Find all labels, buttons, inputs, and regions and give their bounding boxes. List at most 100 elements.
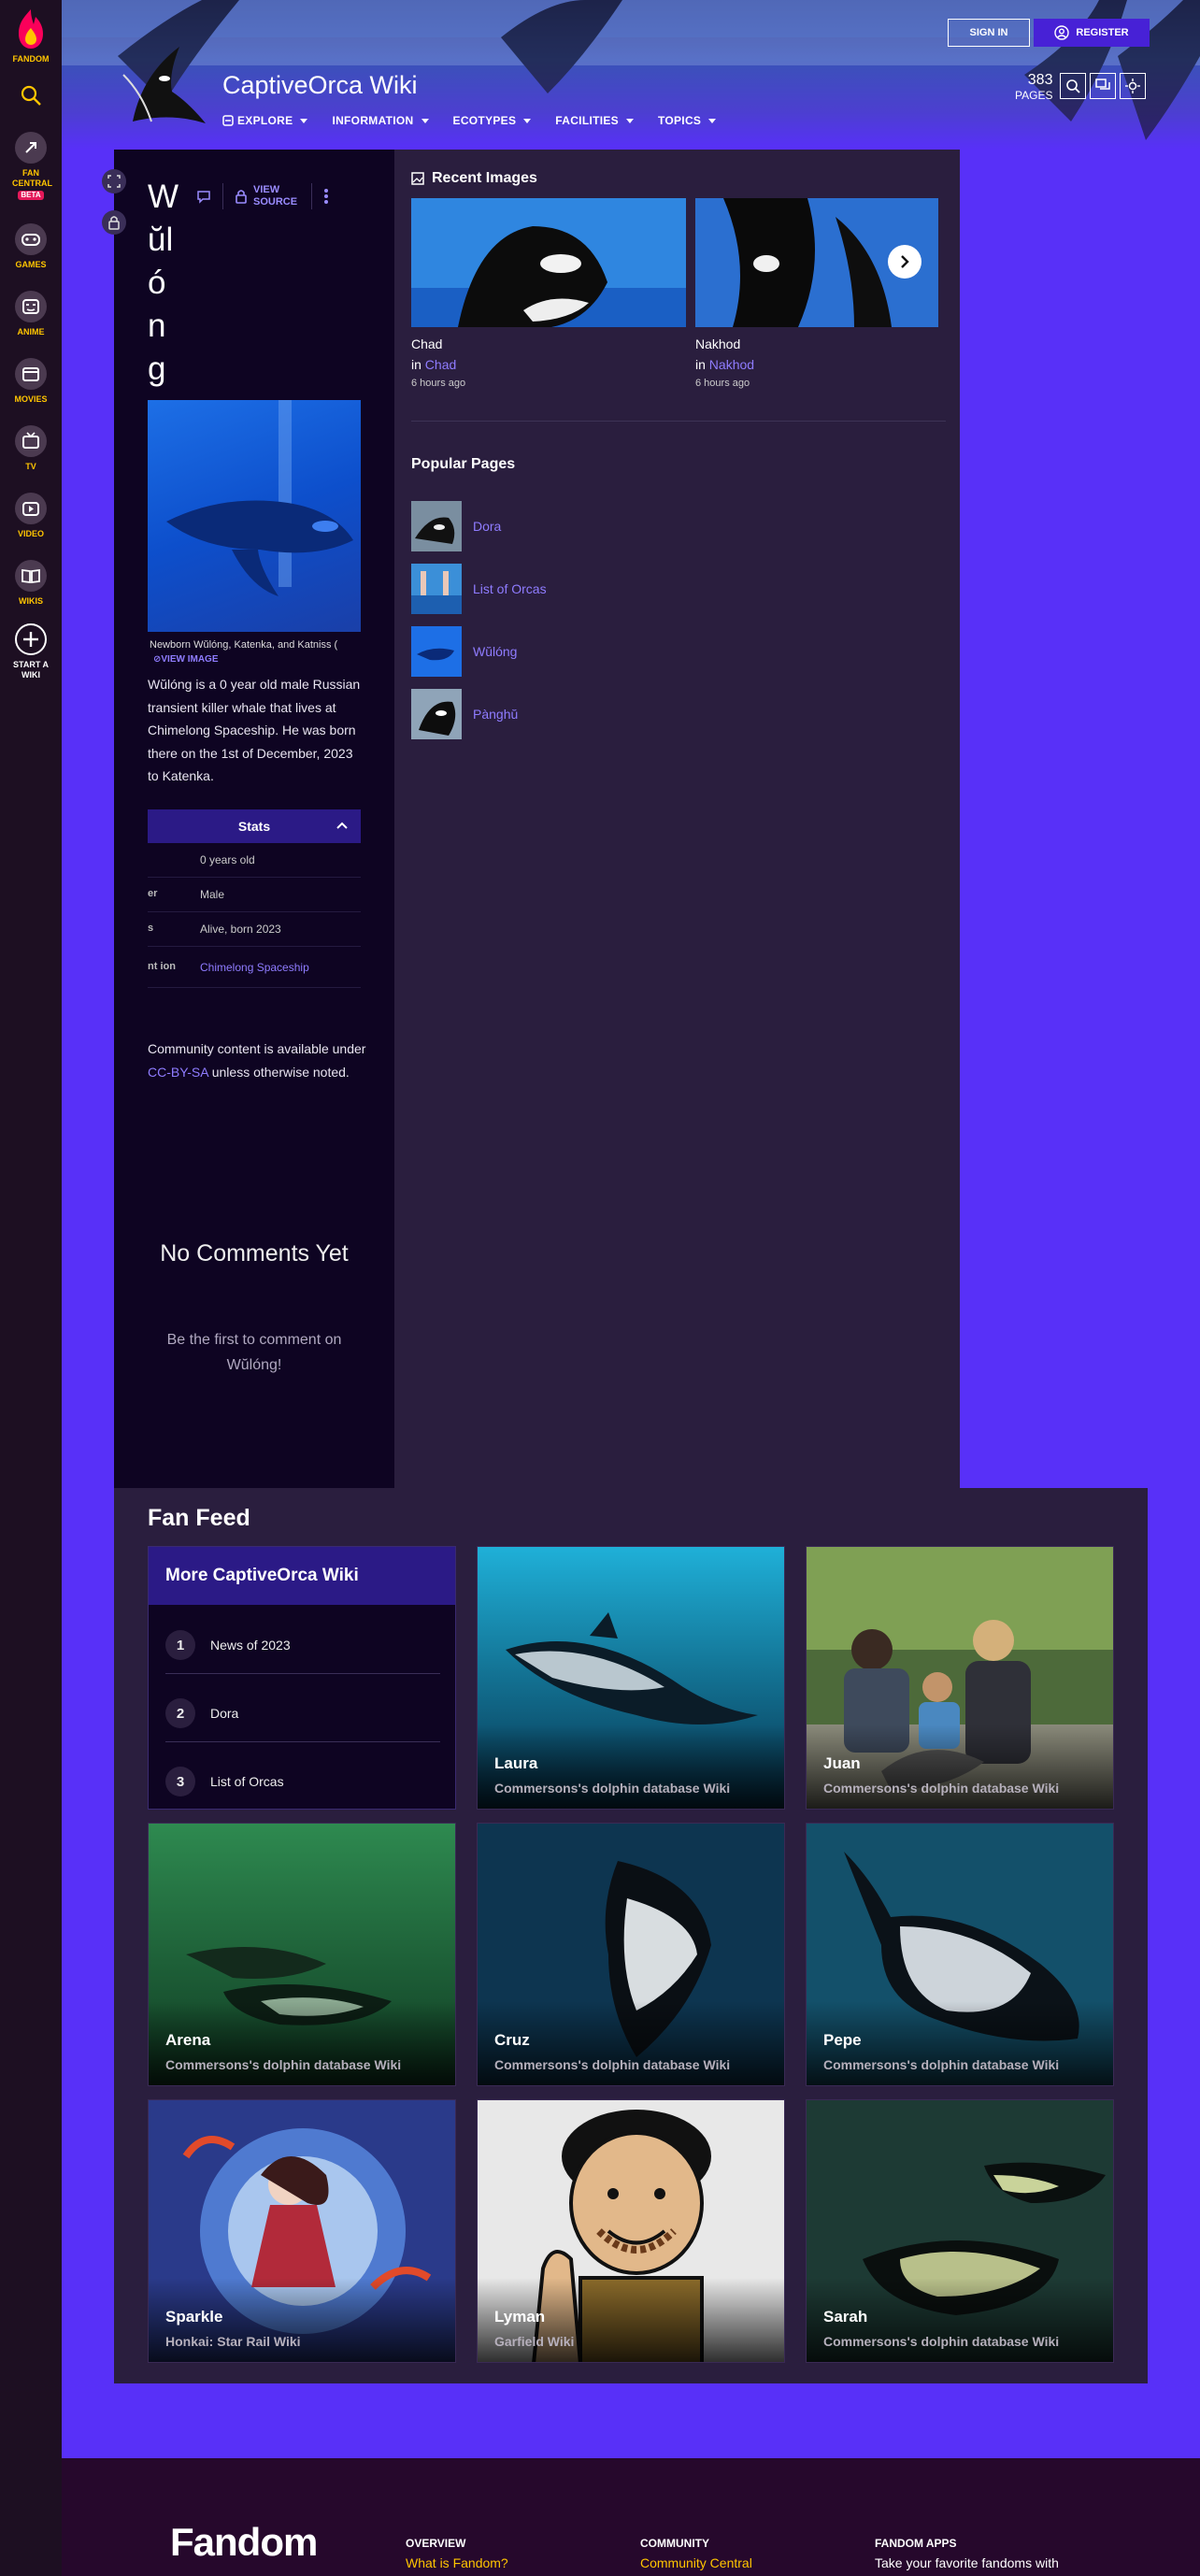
recent-image-card[interactable]: Chad in Chad 6 hours ago (411, 198, 686, 389)
fan-feed: Fan Feed More CaptiveOrca Wiki 1 News of … (114, 1488, 1148, 2383)
stats-toggle[interactable]: Stats (148, 809, 361, 843)
global-nav-rail: FANDOM FAN CENTRAL BETA GAMES ANIME MOVI… (0, 0, 62, 2576)
fan-feed-card[interactable]: Pepe Commersons's dolphin database Wiki (806, 1823, 1114, 2086)
nav-information[interactable]: INFORMATION (332, 114, 429, 127)
popular-page-link[interactable]: Wŭlóng (473, 644, 517, 659)
card-title: Sparkle (165, 2308, 223, 2326)
sign-in-button[interactable]: SIGN IN (948, 19, 1030, 47)
card-source: Commersons's dolphin database Wiki (494, 1781, 731, 1796)
page-title: W ŭl ó n g (148, 176, 185, 391)
orca-photo (166, 400, 353, 596)
more-wiki-item[interactable]: 1 News of 2023 (165, 1620, 440, 1670)
beta-badge: BETA (18, 190, 44, 200)
chevron-down-icon (523, 118, 532, 123)
fan-feed-card[interactable]: Juan Commersons's dolphin database Wiki (806, 1546, 1114, 1810)
stats-value: Alive, born 2023 (200, 923, 281, 936)
fan-feed-card[interactable]: Sarah Commersons's dolphin database Wiki (806, 2099, 1114, 2363)
rail-label-fan-central: FAN CENTRAL (12, 168, 52, 189)
popular-page-item[interactable]: Wŭlóng (411, 626, 785, 677)
wiki-logo-orca[interactable] (114, 37, 211, 135)
view-image-link[interactable]: ⊘VIEW IMAGE (153, 654, 219, 665)
popular-page-link[interactable]: Dora (473, 519, 501, 534)
register-button[interactable]: REGISTER (1034, 19, 1150, 47)
stats-key: nt ion (148, 960, 176, 972)
stats-row: s Alive, born 2023 (148, 912, 361, 947)
rail-item-start-wiki[interactable]: START A WIKI (0, 623, 62, 681)
fan-feed-card[interactable]: Lyman Garfield Wiki (477, 2099, 785, 2363)
recent-image-time: 6 hours ago (695, 378, 750, 389)
rail-item-anime[interactable]: ANIME (0, 290, 62, 337)
rail-label-start-wiki: START A WIKI (13, 660, 49, 680)
more-wiki-item[interactable]: 3 List of Orcas (165, 1756, 440, 1807)
more-wiki-link: News of 2023 (210, 1638, 291, 1653)
card-source: Commersons's dolphin database Wiki (823, 1781, 1060, 1796)
rail-search[interactable] (0, 84, 62, 110)
license-link[interactable]: CC-BY-SA (148, 1065, 208, 1080)
search-icon (21, 85, 41, 106)
plus-circle-icon (15, 623, 47, 655)
nav-topics-label: TOPICS (657, 114, 702, 127)
lock-icon (236, 190, 247, 204)
more-wiki-item[interactable]: 2 Dora (165, 1688, 440, 1739)
rail-label-movies: MOVIES (14, 394, 48, 404)
view-source-button[interactable]: VIEW SOURCE (235, 184, 300, 208)
rail-label-tv: TV (25, 462, 36, 471)
carousel-next-button[interactable] (888, 245, 921, 279)
rail-item-tv[interactable]: TV (0, 424, 62, 472)
fan-feed-card[interactable]: Laura Commersons's dolphin database Wiki (477, 1546, 785, 1810)
in-prefix: in (695, 357, 706, 372)
recent-image-name: Nakhod (695, 336, 741, 351)
popular-page-link[interactable]: Pànghŭ (473, 707, 518, 722)
popular-page-item[interactable]: List of Orcas (411, 564, 785, 614)
recent-images-title: Recent Images (432, 170, 537, 186)
recent-image-card[interactable]: Nakhod in Nakhod 6 hours ago (695, 198, 938, 389)
rail-item-movies[interactable]: MOVIES (0, 357, 62, 405)
page-side-tools (101, 168, 127, 236)
image-caption: Newborn Wŭlóng, Katenka, and Katniss ( (150, 639, 338, 651)
more-options-icon[interactable] (323, 188, 329, 205)
rocket-icon (15, 132, 47, 164)
rail-item-fan-central[interactable]: FAN CENTRAL BETA (0, 131, 62, 200)
location-link[interactable]: Chimelong Spaceship (200, 961, 309, 974)
nav-ecotypes[interactable]: ECOTYPES (453, 114, 532, 127)
image-icon (411, 172, 424, 185)
action-divider (222, 183, 223, 209)
nav-facilities[interactable]: FACILITIES (555, 114, 634, 127)
fan-feed-card[interactable]: Arena Commersons's dolphin database Wiki (148, 1823, 456, 2086)
popular-page-item[interactable]: Pànghŭ (411, 689, 785, 739)
recent-image-thumb (411, 198, 686, 327)
list-divider (165, 1741, 440, 1742)
footer-link[interactable]: What is Fandom? (406, 2555, 508, 2570)
fan-feed-card[interactable]: Cruz Commersons's dolphin database Wiki (477, 1823, 785, 2086)
comment-icon[interactable] (196, 189, 211, 204)
recent-image-link[interactable]: Nakhod (709, 357, 754, 372)
popular-page-item[interactable]: Dora (411, 501, 785, 551)
nav-explore[interactable]: EXPLORE (222, 114, 308, 127)
fan-feed-card[interactable]: Sparkle Honkai: Star Rail Wiki (148, 2099, 456, 2363)
popular-page-link[interactable]: List of Orcas (473, 581, 547, 596)
fandom-logo-link[interactable]: FANDOM (0, 7, 62, 64)
license-notice: Community content is available under CC-… (148, 1038, 368, 1083)
footer-link[interactable]: Community Central (640, 2555, 752, 2570)
rail-item-video[interactable]: VIDEO (0, 492, 62, 539)
chevron-down-icon (421, 118, 429, 123)
discussions-button[interactable] (1090, 73, 1116, 99)
card-title: Sarah (823, 2308, 868, 2326)
infobox-image[interactable] (148, 400, 361, 632)
more-wiki-link: List of Orcas (210, 1774, 284, 1789)
card-title: Laura (494, 1754, 538, 1772)
recent-image-link[interactable]: Chad (425, 357, 456, 372)
search-button[interactable] (1060, 73, 1086, 99)
register-label: REGISTER (1076, 27, 1129, 38)
nav-topics[interactable]: TOPICS (657, 114, 717, 127)
theme-toggle-button[interactable] (1120, 73, 1146, 99)
fandom-footer-logo[interactable]: Fandom (170, 2520, 318, 2565)
license-text-post: unless otherwise noted. (207, 1064, 350, 1080)
rail-item-wikis[interactable]: WIKIS (0, 559, 62, 607)
lock-icon[interactable] (101, 209, 127, 236)
wiki-name-link[interactable]: CaptiveOrca Wiki (222, 71, 418, 100)
nav-facilities-label: FACILITIES (555, 114, 619, 127)
card-title: Juan (823, 1754, 861, 1772)
rail-item-games[interactable]: GAMES (0, 222, 62, 270)
fullscreen-icon[interactable] (101, 168, 127, 194)
